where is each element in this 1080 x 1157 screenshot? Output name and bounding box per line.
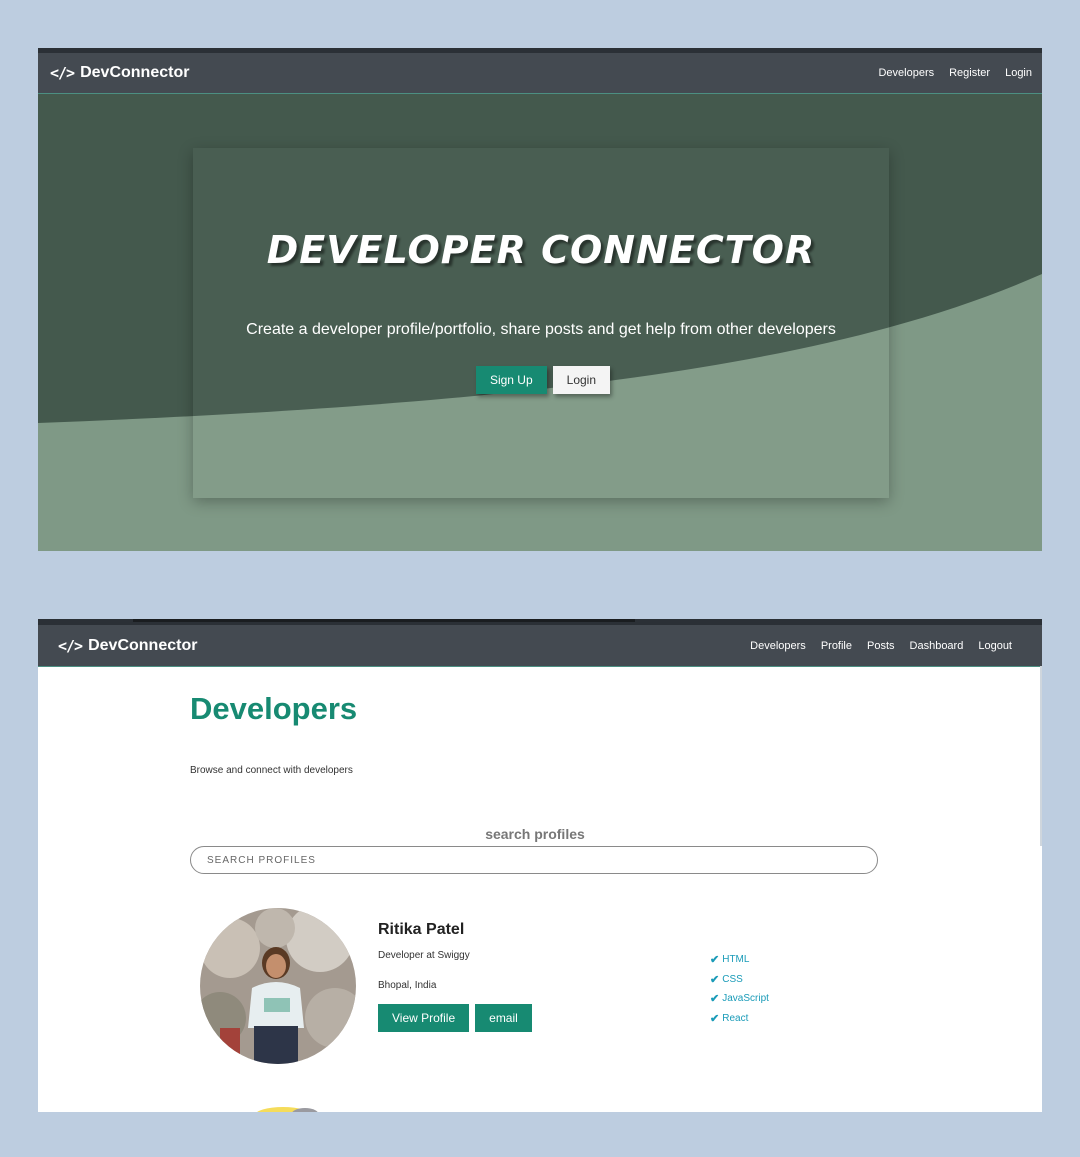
brand-logo[interactable]: </> DevConnector — [58, 637, 197, 655]
avatar — [200, 908, 356, 1064]
nav-login[interactable]: Login — [1005, 67, 1032, 79]
scrollbar-track[interactable] — [1040, 666, 1042, 846]
nav-dashboard[interactable]: Dashboard — [910, 640, 964, 652]
landing-nav-links: Developers Register Login — [878, 67, 1032, 79]
check-icon: ✔ — [710, 954, 720, 967]
nav-logout[interactable]: Logout — [978, 640, 1012, 652]
nav-developers[interactable]: Developers — [750, 640, 806, 652]
check-icon: ✔ — [710, 993, 720, 1006]
skill-item: ✔ JavaScript — [710, 989, 769, 1009]
page-title: Developers — [190, 691, 358, 726]
avatar-photo — [200, 908, 356, 1064]
skills-list: ✔ HTML ✔ CSS ✔ JavaScript ✔ React — [710, 950, 769, 1028]
profile-location: Bhopal, India — [378, 980, 437, 991]
search-input[interactable] — [190, 846, 878, 874]
developers-screenshot: </> DevConnector Developers Profile Post… — [38, 619, 1042, 1112]
code-icon: </> — [58, 636, 83, 655]
search-label: search profiles — [485, 826, 585, 842]
brand-name: DevConnector — [88, 636, 198, 654]
profile-name: Ritika Patel — [378, 921, 465, 938]
email-button[interactable]: email — [475, 1004, 532, 1032]
nav-developers[interactable]: Developers — [878, 67, 934, 79]
page-lead: Browse and connect with developers — [190, 765, 353, 776]
brand-logo[interactable]: </> DevConnector — [50, 64, 189, 82]
view-profile-button[interactable]: View Profile — [378, 1004, 470, 1032]
hero-card: DEVELOPER CONNECTOR Create a developer p… — [193, 148, 889, 498]
landing-screenshot: </> DevConnector Developers Register Log… — [38, 48, 1042, 551]
developers-nav-links: Developers Profile Posts Dashboard Logou… — [750, 640, 1012, 652]
login-button[interactable]: Login — [552, 366, 611, 394]
profile-actions: View Profile email — [378, 1004, 532, 1032]
skill-label: HTML — [722, 954, 750, 966]
hero-title: DEVELOPER CONNECTOR — [266, 228, 816, 272]
profile-card: Ritika Patel Developer at Swiggy Bhopal,… — [190, 904, 890, 1074]
nav-profile[interactable]: Profile — [821, 640, 852, 652]
skill-item: ✔ HTML — [710, 950, 769, 970]
check-icon: ✔ — [710, 973, 720, 986]
skill-label: React — [722, 1012, 749, 1024]
check-icon: ✔ — [710, 1012, 720, 1025]
next-avatar-peek — [257, 1107, 318, 1112]
nav-register[interactable]: Register — [949, 67, 990, 79]
developers-navbar: </> DevConnector Developers Profile Post… — [38, 625, 1042, 667]
skill-label: JavaScript — [722, 993, 769, 1005]
browser-tab-strip — [133, 619, 635, 622]
profile-status: Developer at Swiggy — [378, 950, 470, 961]
signup-button[interactable]: Sign Up — [475, 366, 547, 394]
code-icon: </> — [50, 64, 75, 82]
landing-navbar: </> DevConnector Developers Register Log… — [38, 53, 1042, 94]
brand-name: DevConnector — [80, 64, 190, 81]
skill-item: ✔ CSS — [710, 970, 769, 990]
skill-label: CSS — [722, 973, 743, 985]
nav-posts[interactable]: Posts — [867, 640, 895, 652]
hero-buttons: Sign Up Login — [193, 366, 889, 394]
skill-item: ✔ React — [710, 1009, 769, 1029]
hero-subtitle: Create a developer profile/portfolio, sh… — [246, 321, 836, 338]
